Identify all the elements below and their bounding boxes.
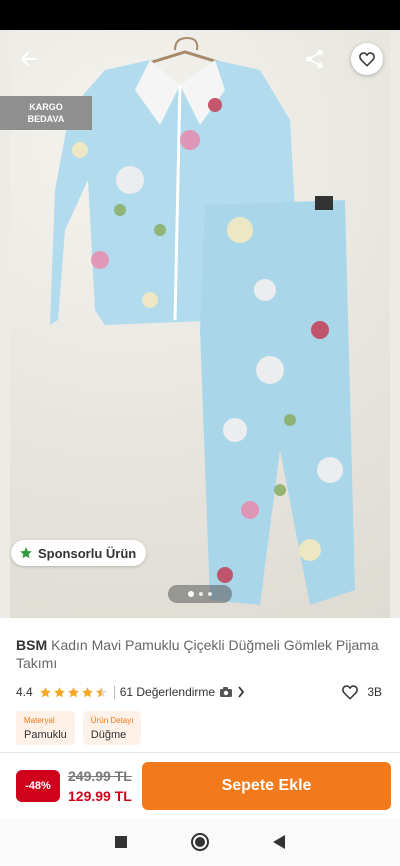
pagination-dot[interactable] (208, 592, 212, 596)
favorite-count-value: 3B (367, 685, 382, 699)
share-button[interactable] (298, 42, 332, 76)
gallery-pagination[interactable] (168, 585, 232, 603)
home-icon[interactable] (191, 833, 209, 851)
product-name: Kadın Mavi Pamuklu Çiçekli Düğmeli Gömle… (16, 637, 379, 671)
star-icon (67, 686, 79, 697)
status-bar (0, 0, 400, 30)
arrow-left-icon (21, 52, 37, 66)
favorite-button[interactable] (351, 43, 383, 75)
star-icon (81, 686, 93, 697)
back-triangle-icon[interactable] (273, 835, 285, 849)
reviews-count: 61 Değerlendirme (119, 685, 216, 699)
cargo-line2: BEDAVA (27, 114, 65, 124)
heart-icon (359, 52, 375, 67)
purchase-bar: -48% 249.99 TL 129.99 TL Sepete Ekle (0, 752, 400, 818)
favorite-count[interactable]: 3B (341, 683, 382, 701)
sponsored-label: Sponsorlu Ürün (38, 545, 137, 561)
product-attributes: Materyal Pamuklu Ürün Detayı Düğme (16, 711, 142, 745)
camera-icon (220, 687, 233, 697)
chevron-right-icon (238, 686, 245, 698)
attribute-value: Pamuklu (24, 729, 67, 741)
free-shipping-badge: KARGO BEDAVA (0, 96, 92, 130)
attribute-key: Ürün Detayı (90, 716, 134, 725)
attribute-chip: Materyal Pamuklu (16, 711, 75, 745)
share-icon (306, 49, 323, 69)
attribute-value: Düğme (90, 729, 127, 741)
divider (113, 685, 115, 699)
star-icon (39, 686, 51, 697)
new-price: 129.99 TL (68, 788, 132, 804)
back-button[interactable] (12, 42, 46, 76)
sponsored-badge: Sponsorlu Ürün (11, 540, 147, 566)
rating-stars (39, 686, 108, 699)
pagination-dot[interactable] (199, 592, 203, 596)
star-icon (53, 686, 65, 697)
recent-apps-icon[interactable] (115, 836, 127, 848)
reviews-link[interactable]: 61 Değerlendirme (120, 685, 245, 699)
add-to-cart-button[interactable]: Sepete Ekle (142, 762, 391, 810)
rating-value: 4.4 (16, 685, 33, 699)
rating-row: 4.4 61 Değerlendirme 3B (16, 683, 386, 701)
attribute-chip: Ürün Detayı Düğme (82, 711, 142, 745)
attribute-key: Materyal (24, 716, 55, 725)
pagination-dot-active[interactable] (188, 591, 194, 597)
half-star-icon (95, 686, 107, 697)
cargo-line1: KARGO (29, 102, 63, 112)
old-price: 249.99 TL (68, 768, 132, 784)
star-icon (20, 547, 32, 559)
product-title: BSM Kadın Mavi Pamuklu Çiçekli Düğmeli Gö… (16, 636, 386, 672)
heart-icon (342, 685, 359, 700)
brand-name[interactable]: BSM (16, 637, 47, 653)
system-nav-bar (0, 818, 400, 866)
discount-badge: -48% (16, 770, 60, 802)
